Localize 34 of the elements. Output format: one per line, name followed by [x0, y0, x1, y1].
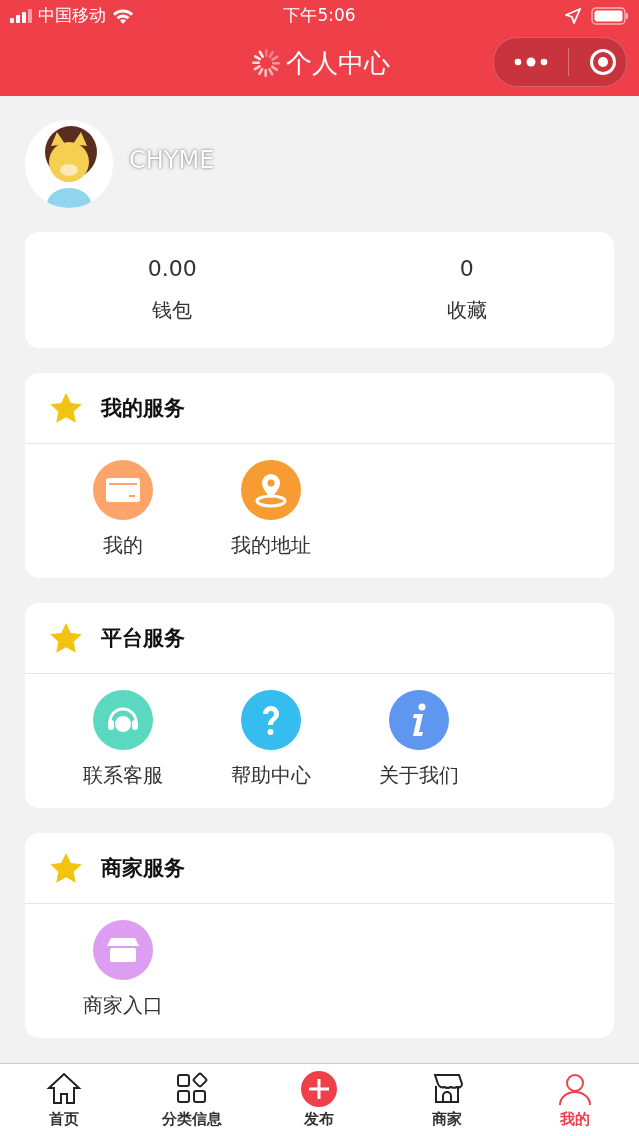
- tab-item[interactable]: 首页: [0, 1063, 128, 1136]
- stat-label[interactable]: 钱包: [152, 297, 193, 325]
- battery-icon: [591, 6, 629, 25]
- more-icon[interactable]: [514, 57, 548, 68]
- status-time: 下午5:06: [282, 4, 357, 28]
- location-arrow-icon: [565, 7, 581, 24]
- service-label: 我的: [103, 531, 143, 559]
- tab-item[interactable]: 发布: [255, 1063, 384, 1136]
- service-label: 我的地址: [231, 531, 311, 559]
- stat-label[interactable]: 收藏: [446, 297, 487, 325]
- service-label: 帮助中心: [231, 761, 311, 789]
- tab-item[interactable]: 我的: [511, 1063, 639, 1136]
- stat-value: 0.00: [147, 256, 197, 282]
- section-title: 我的服务: [101, 394, 185, 422]
- star-icon: [49, 391, 83, 424]
- close-circle-icon[interactable]: [589, 48, 617, 77]
- service-label: 商家入口: [83, 991, 163, 1019]
- page-title: 个人中心: [285, 47, 390, 80]
- stat-value: 0: [459, 256, 474, 282]
- signal-icon: [10, 8, 32, 23]
- section-title: 平台服务: [101, 624, 185, 652]
- service-label: 联系客服: [83, 761, 163, 789]
- tab-item[interactable]: 商家: [383, 1063, 512, 1136]
- wifi-icon: [112, 7, 134, 24]
- service-label: 关于我们: [379, 761, 459, 789]
- plus-icon: [300, 1070, 339, 1109]
- star-icon: [49, 621, 83, 654]
- star-icon: [49, 851, 83, 884]
- carrier-name: 中国移动: [38, 4, 106, 28]
- loading-spinner-icon: [249, 47, 282, 80]
- user-name: CHYME: [129, 146, 215, 175]
- location-pin-icon: [253, 471, 289, 508]
- tab-item[interactable]: 分类信息: [127, 1063, 256, 1136]
- section-title: 商家服务: [101, 854, 185, 882]
